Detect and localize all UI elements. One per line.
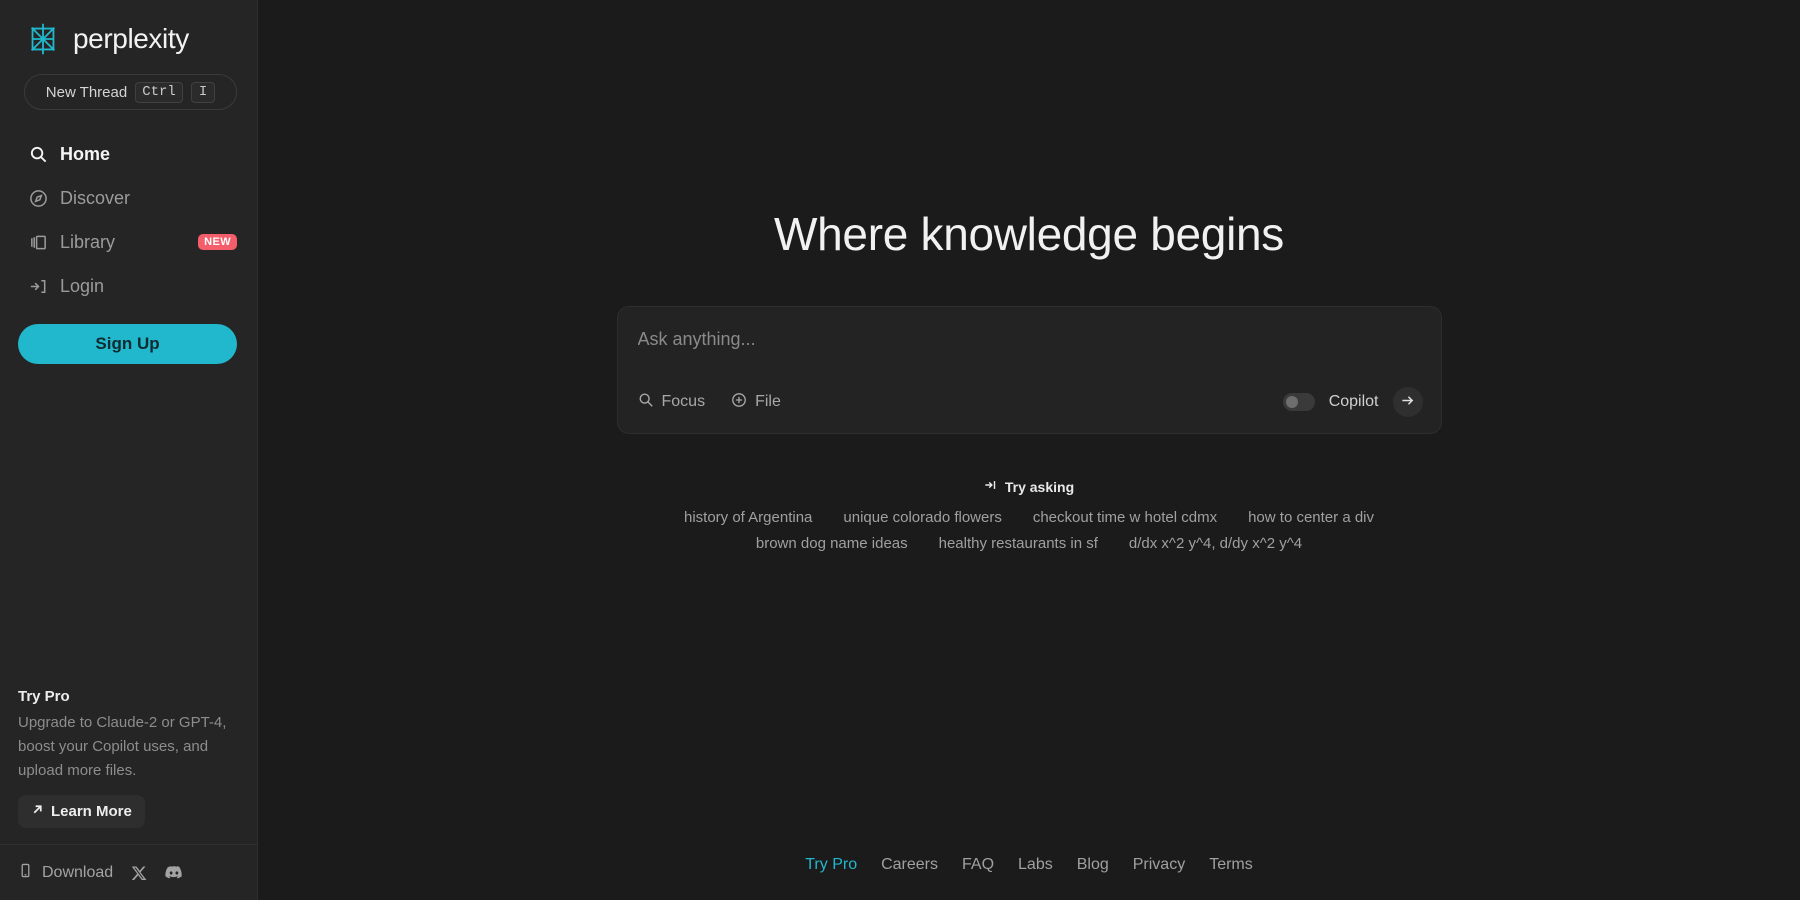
footer-link-labs[interactable]: Labs (1018, 856, 1053, 874)
toggle-knob (1286, 396, 1298, 408)
sidebar-item-label: Discover (60, 188, 237, 209)
suggestion-row: brown dog name ideas healthy restaurants… (756, 535, 1302, 552)
kbd-letter: I (191, 82, 215, 103)
perplexity-logo-icon (24, 20, 62, 58)
promo-description: Upgrade to Claude-2 or GPT-4, boost your… (18, 711, 234, 783)
footer-link-privacy[interactable]: Privacy (1133, 856, 1185, 874)
x-icon[interactable] (131, 865, 147, 881)
arrow-into-bracket-icon (984, 478, 998, 495)
library-icon (28, 232, 48, 252)
copilot-toggle[interactable] (1283, 393, 1315, 411)
footer-link-blog[interactable]: Blog (1077, 856, 1109, 874)
main-content: Where knowledge begins Focus (258, 0, 1800, 900)
center-column: Where knowledge begins Focus (258, 0, 1800, 900)
sidebar-item-login[interactable]: Login (0, 264, 257, 308)
sidebar-footer: Download (0, 844, 257, 900)
ask-anything-box: Focus File Copil (617, 306, 1442, 434)
footer-link-faq[interactable]: FAQ (962, 856, 994, 874)
suggestion-row: history of Argentina unique colorado flo… (684, 509, 1374, 526)
sidebar-item-label: Library (60, 232, 186, 253)
footer-links: Try Pro Careers FAQ Labs Blog Privacy Te… (258, 856, 1800, 874)
app-root: perplexity New Thread Ctrl I Home (0, 0, 1800, 900)
sign-up-button[interactable]: Sign Up (18, 324, 237, 364)
sidebar: perplexity New Thread Ctrl I Home (0, 0, 258, 900)
learn-more-button[interactable]: Learn More (18, 795, 145, 828)
login-arrow-icon (28, 276, 48, 296)
suggestion-chip[interactable]: unique colorado flowers (843, 509, 1001, 526)
plus-circle-icon (731, 392, 747, 413)
brand-header[interactable]: perplexity (0, 0, 257, 62)
arrow-right-icon (1400, 393, 1415, 411)
copilot-label: Copilot (1329, 393, 1379, 411)
focus-button[interactable]: Focus (638, 392, 706, 413)
promo-title: Try Pro (18, 688, 241, 705)
ask-toolbar: Focus File Copil (638, 387, 1423, 417)
sidebar-item-label: Home (60, 144, 237, 165)
sidebar-item-library[interactable]: Library NEW (0, 220, 257, 264)
file-button[interactable]: File (731, 392, 781, 413)
try-asking-header: Try asking (984, 478, 1074, 495)
page-title: Where knowledge begins (774, 207, 1284, 261)
download-label: Download (42, 864, 113, 882)
suggestion-chip[interactable]: healthy restaurants in sf (939, 535, 1098, 552)
arrow-up-right-icon (31, 803, 44, 820)
focus-label: Focus (662, 393, 706, 411)
discord-icon[interactable] (165, 864, 183, 882)
suggestion-chips: history of Argentina unique colorado flo… (684, 509, 1374, 552)
suggestion-chip[interactable]: d/dx x^2 y^4, d/dy x^2 y^4 (1129, 535, 1302, 552)
brand-name: perplexity (73, 23, 189, 55)
suggestion-chip[interactable]: checkout time w hotel cdmx (1033, 509, 1217, 526)
status-badge: NEW (198, 234, 237, 250)
new-thread-button[interactable]: New Thread Ctrl I (24, 74, 237, 110)
file-label: File (755, 393, 781, 411)
footer-link-terms[interactable]: Terms (1209, 856, 1253, 874)
sidebar-nav: Home Discover Library NEW (0, 132, 257, 308)
sidebar-item-home[interactable]: Home (0, 132, 257, 176)
kbd-ctrl: Ctrl (135, 82, 183, 103)
search-icon (638, 392, 654, 413)
search-icon (28, 144, 48, 164)
mobile-icon (18, 863, 33, 883)
suggestion-chip[interactable]: brown dog name ideas (756, 535, 908, 552)
try-asking-label: Try asking (1005, 479, 1074, 495)
sidebar-item-label: Login (60, 276, 237, 297)
ask-right-controls: Copilot (1283, 387, 1423, 417)
compass-icon (28, 188, 48, 208)
sidebar-item-discover[interactable]: Discover (0, 176, 257, 220)
new-thread-label: New Thread (46, 84, 127, 101)
sidebar-spacer (0, 364, 257, 688)
search-input[interactable] (638, 329, 1423, 350)
footer-link-try-pro[interactable]: Try Pro (805, 856, 857, 874)
learn-more-label: Learn More (51, 803, 132, 820)
download-link[interactable]: Download (18, 863, 113, 883)
try-pro-promo: Try Pro Upgrade to Claude-2 or GPT-4, bo… (0, 688, 257, 828)
footer-link-careers[interactable]: Careers (881, 856, 938, 874)
submit-button[interactable] (1393, 387, 1423, 417)
suggestion-chip[interactable]: history of Argentina (684, 509, 812, 526)
suggestion-chip[interactable]: how to center a div (1248, 509, 1374, 526)
